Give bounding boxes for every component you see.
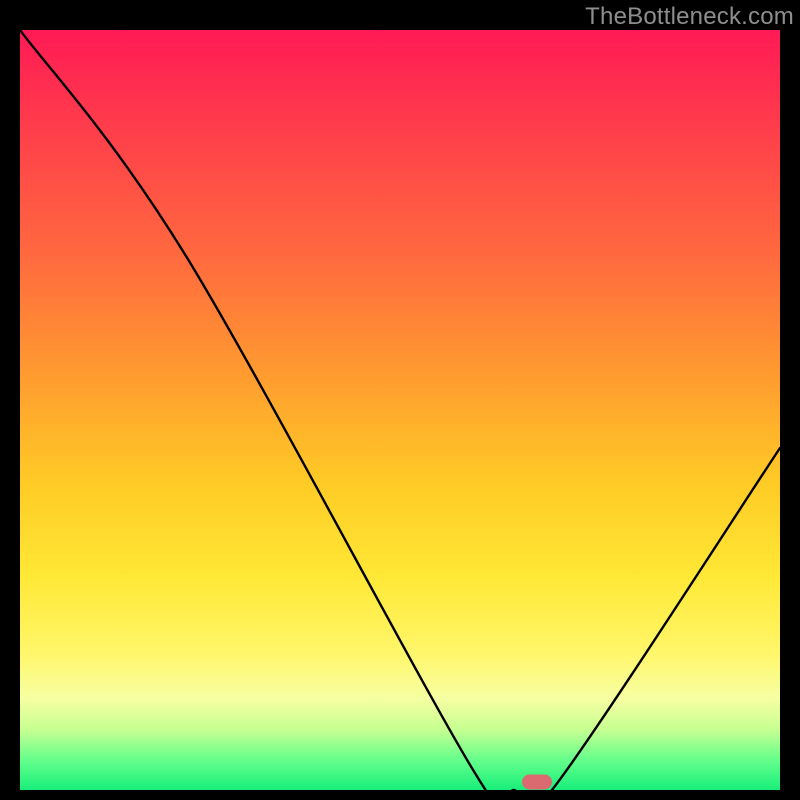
- bottleneck-curve: [20, 30, 780, 790]
- optimal-marker: [522, 775, 552, 790]
- plot-area: [20, 30, 780, 790]
- curve-path: [20, 30, 780, 790]
- chart-frame: TheBottleneck.com: [0, 0, 800, 800]
- watermark-text: TheBottleneck.com: [585, 3, 794, 31]
